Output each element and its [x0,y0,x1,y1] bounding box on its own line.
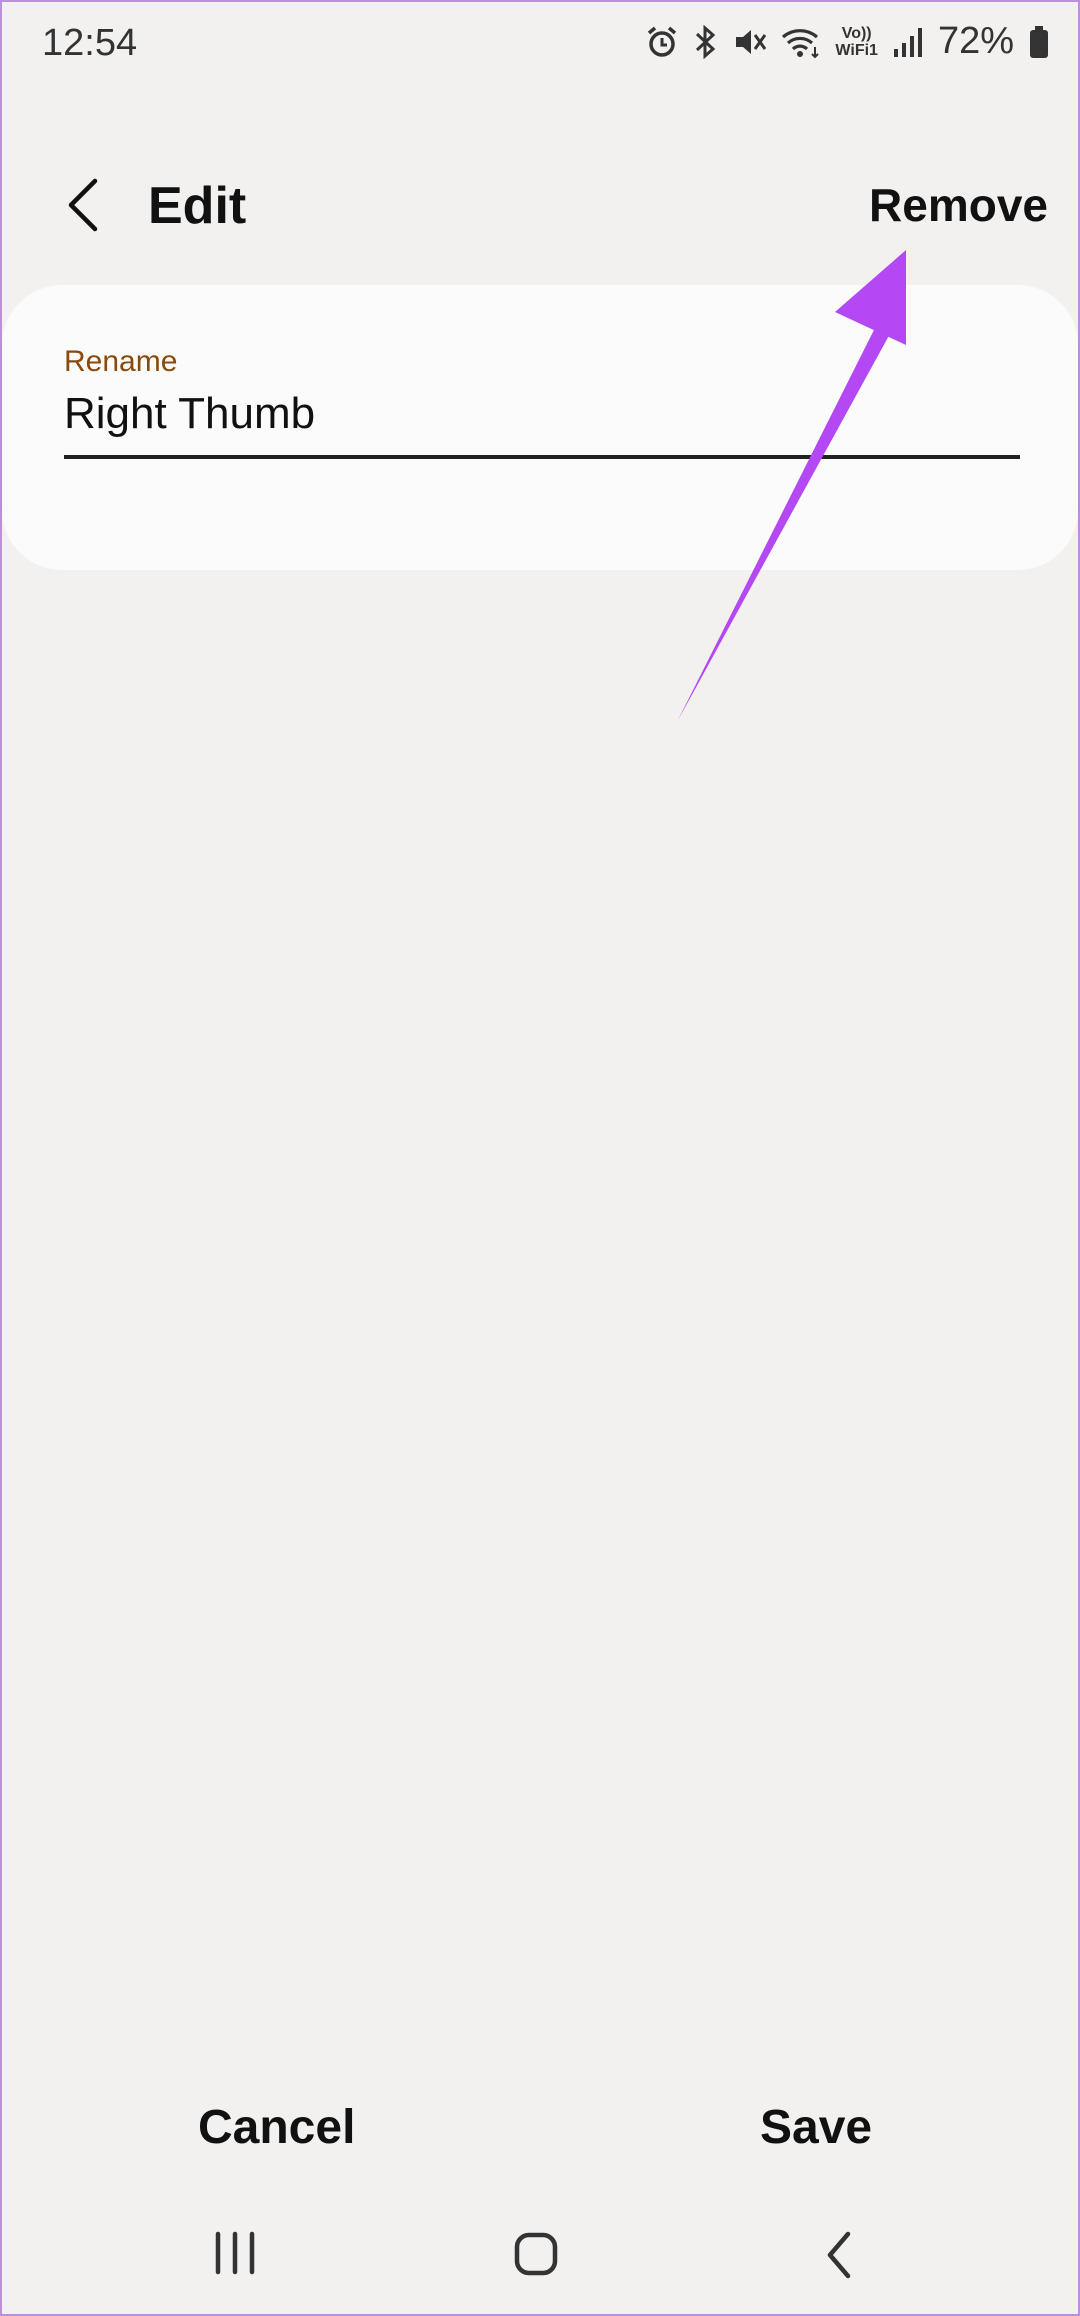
home-button[interactable] [512,2230,562,2285]
nav-back-button[interactable] [820,2228,860,2287]
save-button[interactable]: Save [760,2100,872,2155]
mute-icon [733,25,767,59]
volte-line1: Vo)) [841,24,872,42]
alarm-icon [645,25,679,59]
status-time: 12:54 [42,22,138,64]
battery-percent: 72% [937,20,1014,62]
status-icons: Vo)) WiFi1 72% [645,20,1050,63]
recents-icon [215,2231,255,2275]
navigation-bar [0,2210,1080,2310]
page-title: Edit [148,177,247,235]
chevron-left-icon [68,178,98,232]
rename-label: Rename [64,345,178,378]
remove-button[interactable]: Remove [869,178,1048,232]
wifi-icon [781,25,821,59]
status-bar: 12:54 Vo)) WiFi1 72% [0,0,1080,96]
bluetooth-icon [693,24,719,59]
recents-button[interactable] [210,2230,260,2281]
rename-underline [64,455,1020,459]
home-icon [514,2232,558,2276]
back-button[interactable] [52,170,112,240]
battery-icon [1028,25,1050,59]
rename-input[interactable] [64,385,1018,443]
nav-back-icon [827,2231,851,2279]
volte-icon: Vo)) WiFi1 [835,25,878,59]
signal-icon [892,25,924,59]
volte-line2: WiFi1 [835,41,878,59]
rename-card: Rename [2,285,1078,570]
bottom-actions: Cancel Save [0,2090,1080,2170]
cancel-button[interactable]: Cancel [198,2100,355,2155]
app-bar: Edit Remove [0,150,1080,260]
